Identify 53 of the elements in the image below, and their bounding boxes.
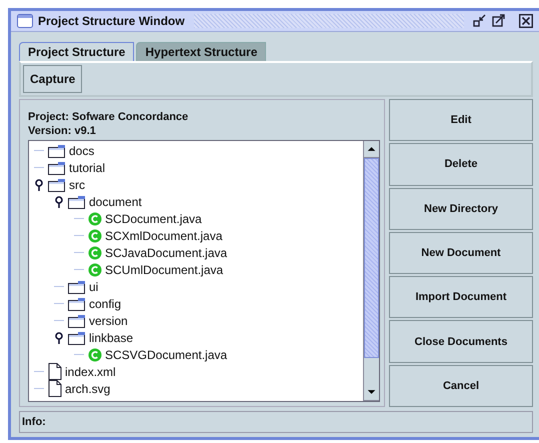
tree-item[interactable]: SCXmlDocument.java xyxy=(105,228,222,242)
window-title: Project Structure Window xyxy=(38,14,185,28)
expanded-handle-icon[interactable] xyxy=(35,178,43,190)
folder-icon xyxy=(68,296,86,310)
tree-item[interactable]: arch.svg xyxy=(65,382,110,396)
expanded-handle-icon[interactable] xyxy=(55,196,63,208)
window-icon xyxy=(17,14,33,28)
tree-item[interactable]: document xyxy=(89,194,142,208)
action-button[interactable]: New Document xyxy=(389,232,533,274)
folder-icon xyxy=(68,280,86,294)
tree-item[interactable]: SCSVGDocument.java xyxy=(105,348,228,362)
scroll-thumb[interactable] xyxy=(364,158,379,358)
minimize-icon[interactable] xyxy=(473,14,487,28)
tab[interactable]: Project Structure xyxy=(19,42,134,61)
expanded-handle-icon[interactable] xyxy=(55,332,63,344)
folder-icon xyxy=(48,178,66,192)
class-icon xyxy=(88,262,102,276)
tree-item[interactable]: docs xyxy=(69,144,94,158)
close-icon[interactable] xyxy=(519,14,533,28)
tab[interactable]: Hypertext Structure xyxy=(136,42,266,61)
tree-item[interactable]: version xyxy=(89,314,128,328)
class-icon xyxy=(88,348,102,362)
class-icon xyxy=(88,246,102,260)
folder-icon xyxy=(68,330,86,344)
scrollbar[interactable] xyxy=(363,141,379,401)
tree-item[interactable]: index.xml xyxy=(65,364,116,378)
folder-icon xyxy=(48,160,66,174)
action-button[interactable]: Import Document xyxy=(389,276,533,318)
action-button[interactable]: Edit xyxy=(389,99,533,142)
document-icon xyxy=(48,363,62,380)
maximize-icon[interactable] xyxy=(492,14,506,28)
action-button[interactable]: Delete xyxy=(389,143,533,186)
project-version: Version: v9.1 xyxy=(28,124,97,138)
tree-item[interactable]: SCUmlDocument.java xyxy=(105,262,224,276)
folder-icon xyxy=(68,314,86,328)
tree-item[interactable]: SCDocument.java xyxy=(105,212,202,226)
tree-item[interactable]: ui xyxy=(89,280,98,294)
capture-button[interactable]: Capture xyxy=(23,65,82,93)
folder-icon xyxy=(68,194,86,208)
tree-item[interactable]: config xyxy=(89,296,122,310)
tree-item[interactable]: tutorial xyxy=(69,160,106,174)
action-button[interactable]: Close Documents xyxy=(389,320,533,363)
action-button[interactable]: New Directory xyxy=(389,188,533,230)
action-button[interactable]: Cancel xyxy=(389,364,533,407)
info-label: Info: xyxy=(22,416,46,428)
folder-icon xyxy=(48,144,66,158)
class-icon xyxy=(88,228,102,242)
tree-item[interactable]: SCJavaDocument.java xyxy=(105,246,228,260)
class-icon xyxy=(88,212,102,226)
tree-item[interactable]: src xyxy=(69,178,85,192)
project-name: Project: Sofware Concordance xyxy=(28,110,190,124)
document-icon xyxy=(48,380,62,397)
tree-item[interactable]: linkbase xyxy=(89,330,134,344)
